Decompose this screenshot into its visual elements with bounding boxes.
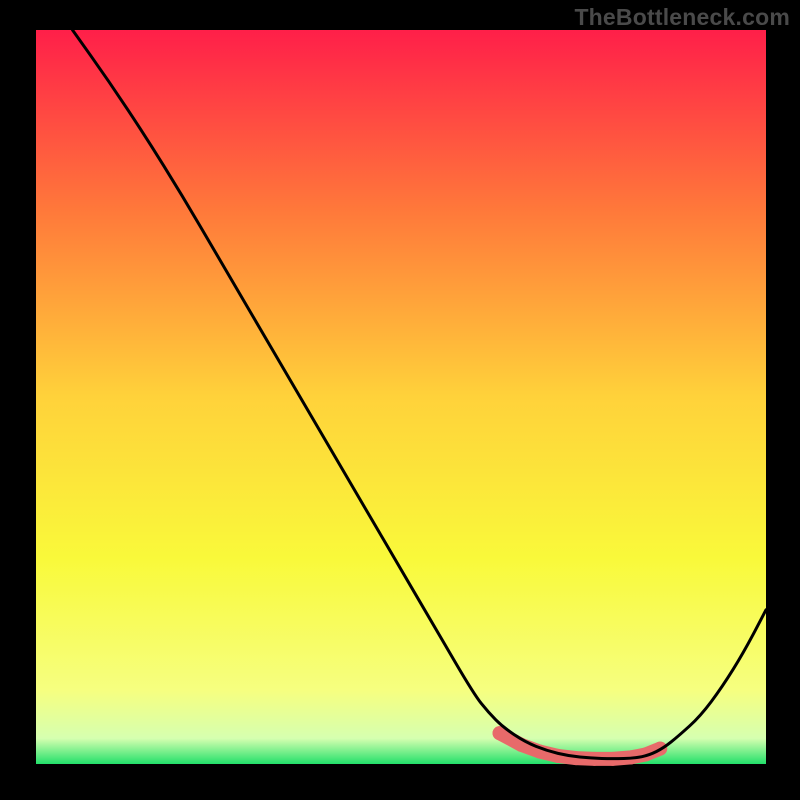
plot-background [36, 30, 766, 764]
watermark-label: TheBottleneck.com [574, 4, 790, 31]
bottleneck-chart [0, 0, 800, 800]
chart-stage: TheBottleneck.com [0, 0, 800, 800]
